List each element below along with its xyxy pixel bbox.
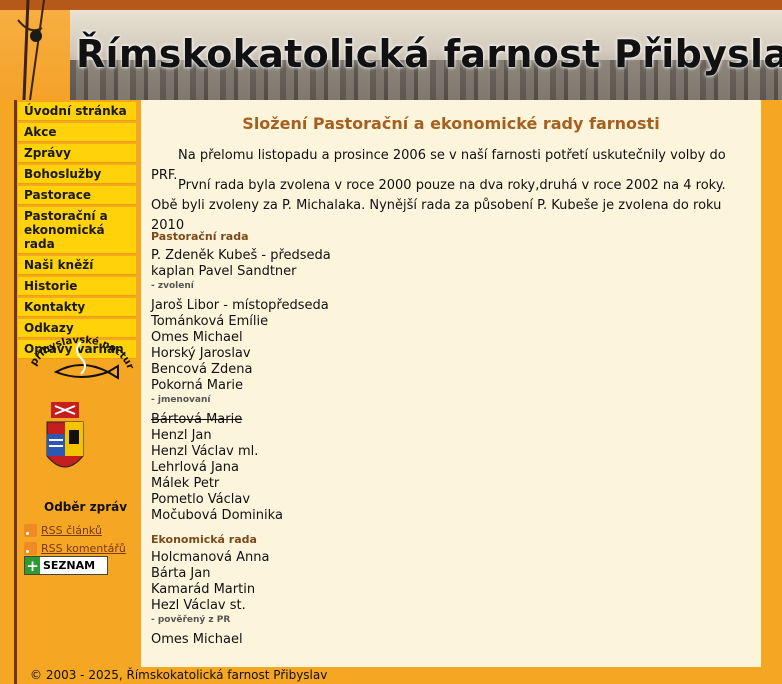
council-member: Omes Michael xyxy=(151,632,243,647)
rss-articles-label: RSS článků xyxy=(41,524,102,537)
coat-of-arms-icon xyxy=(46,402,84,468)
nav-uvodni-stranka[interactable]: Úvodní stránka xyxy=(18,102,136,121)
council-member: Henzl Jan xyxy=(151,428,212,443)
council-member: Holcmanová Anna xyxy=(151,550,270,565)
council-member: Pometlo Václav xyxy=(151,492,251,507)
rss-comments-label: RSS komentářů xyxy=(41,542,126,555)
council-member: Tománková Emílie xyxy=(151,314,269,329)
nav-pastoracni-rada[interactable]: Pastorační a ekonomická rada xyxy=(18,207,136,254)
sidebar: Úvodní stránka Akce Zprávy Bohoslužby Pa… xyxy=(18,100,136,575)
nav-pastorace[interactable]: Pastorace xyxy=(18,186,136,205)
delegated-label: - pověřený z PR xyxy=(151,615,231,625)
council-member: Bártová Marie xyxy=(151,412,243,427)
nav-akce[interactable]: Akce xyxy=(18,123,136,142)
council-member: Bárta Jan xyxy=(151,566,211,581)
footer-copyright: © 2003 - 2025, Římskokatolická farnost P… xyxy=(30,668,328,682)
history-paragraph: První rada byla zvolena v roce 2000 pouz… xyxy=(151,178,726,233)
council-member: Močubová Dominika xyxy=(151,508,283,523)
nav-zpravy[interactable]: Zprávy xyxy=(18,144,136,163)
header-top-border xyxy=(0,0,782,10)
council-member: Hezl Václav st. xyxy=(151,598,246,613)
council-member: kaplan Pavel Sandtner xyxy=(151,264,297,279)
rss-comments-link[interactable]: RSS komentářů xyxy=(24,542,126,555)
nav-bohosluzby[interactable]: Bohoslužby xyxy=(18,165,136,184)
rss-articles-link[interactable]: RSS článků xyxy=(24,524,102,537)
rss-icon xyxy=(24,542,37,555)
seznam-label: SEZNAM xyxy=(43,559,96,572)
site-title: Římskokatolická farnost Přibyslav xyxy=(76,32,782,76)
council-member: Kamarád Martin xyxy=(151,582,256,597)
council-member: Málek Petr xyxy=(151,476,220,491)
page-title: Složení Pastorační a ekonomické rady far… xyxy=(242,114,660,133)
seznam-button[interactable]: + SEZNAM xyxy=(24,556,108,575)
nav-historie[interactable]: Historie xyxy=(18,277,136,296)
nocturno-logo[interactable]: přibyslavské nocturno xyxy=(26,328,136,384)
council-member: Pokorná Marie xyxy=(151,378,243,393)
nav-nasi-knezi[interactable]: Naši kněží xyxy=(18,256,136,275)
elected-label: - zvolení xyxy=(151,281,194,291)
council-member: Bencová Zdena xyxy=(151,362,253,377)
cross-decoration-icon xyxy=(17,0,45,100)
site-header: Římskokatolická farnost Přibyslav xyxy=(0,0,782,100)
main-content: Složení Pastorační a ekonomické rady far… xyxy=(141,100,761,667)
feeds-title: Odběr zpráv xyxy=(44,500,128,514)
left-border-stripe xyxy=(14,100,17,684)
rss-icon xyxy=(24,524,37,537)
pastoral-council-heading: Pastorační rada xyxy=(151,230,249,243)
council-member: Lehrlová Jana xyxy=(151,460,239,475)
council-member: Horský Jaroslav xyxy=(151,346,251,361)
council-member: Omes Michael xyxy=(151,330,243,345)
appointed-label: - jmenovaní xyxy=(151,395,211,405)
council-member: Jaroš Libor - místopředseda xyxy=(151,298,329,313)
council-member: P. Zdeněk Kubeš - předseda xyxy=(151,248,331,263)
council-member: Henzl Václav ml. xyxy=(151,444,259,459)
economic-council-heading: Ekonomická rada xyxy=(151,533,257,546)
plus-icon: + xyxy=(25,556,40,575)
nav-kontakty[interactable]: Kontakty xyxy=(18,298,136,317)
